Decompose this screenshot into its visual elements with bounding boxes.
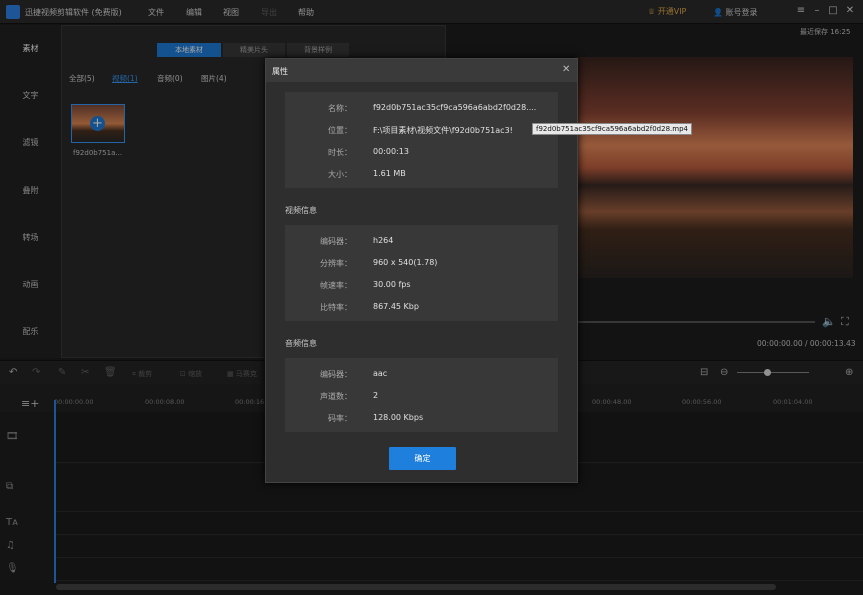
dialog-header — [266, 59, 577, 82]
size-value: 1.61 MB — [373, 169, 406, 178]
name-label: 名称： — [328, 104, 352, 113]
channels-label: 声道数： — [320, 392, 352, 401]
video-codec-label: 编码器： — [320, 237, 352, 246]
audio-info-title: 音频信息 — [285, 339, 317, 348]
dialog-title: 属性 — [272, 67, 288, 76]
framerate-value: 30.00 fps — [373, 280, 411, 289]
location-label: 位置： — [328, 126, 352, 135]
dialog-close-icon[interactable]: ✕ — [562, 64, 570, 75]
video-codec-value: h264 — [373, 236, 394, 245]
size-label: 大小： — [328, 170, 352, 179]
resolution-value: 960 x 540(1.78) — [373, 258, 438, 267]
audio-bitrate-label: 码率： — [328, 414, 352, 423]
audio-codec-label: 编码器： — [320, 370, 352, 379]
filename-tooltip: f92d0b751ac35cf9ca596a6abd2f0d28.mp4 — [532, 123, 692, 135]
duration-label: 时长： — [328, 148, 352, 157]
properties-dialog: 属性 ✕ 名称： f92d0b751ac35cf9ca596a6abd2f0d2… — [265, 58, 578, 483]
bitrate-label: 比特率： — [320, 303, 352, 312]
name-value: f92d0b751ac35cf9ca596a6abd2f0d28.... — [373, 103, 537, 112]
location-value: F:\项目素材\视频文件\f92d0b751ac3! — [373, 126, 513, 135]
channels-value: 2 — [373, 391, 379, 400]
audio-codec-value: aac — [373, 369, 388, 378]
framerate-label: 帧速率： — [320, 281, 352, 290]
duration-value: 00:00:13 — [373, 147, 409, 156]
ok-button[interactable]: 确定 — [389, 447, 456, 470]
resolution-label: 分辨率： — [320, 259, 352, 268]
video-info-title: 视频信息 — [285, 206, 317, 215]
bitrate-value: 867.45 Kbp — [373, 302, 419, 311]
audio-bitrate-value: 128.00 Kbps — [373, 413, 424, 422]
